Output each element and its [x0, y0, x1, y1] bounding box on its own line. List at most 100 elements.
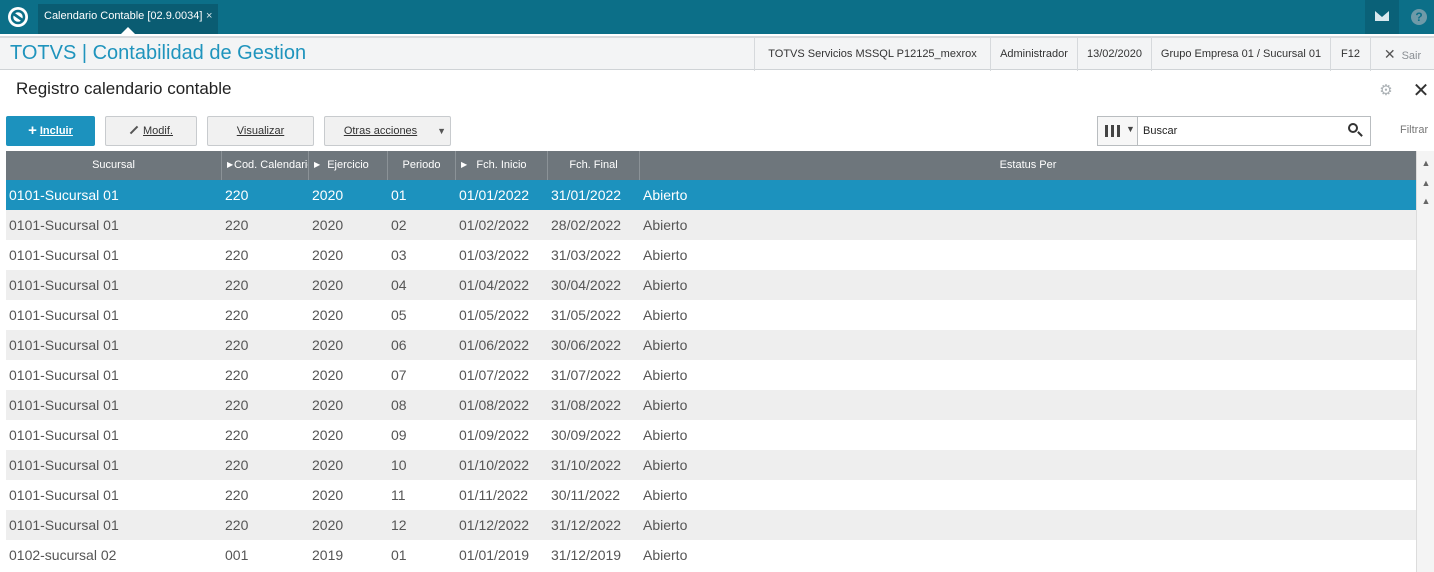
search-icon[interactable] — [1348, 123, 1364, 139]
table-row[interactable]: 0102-sucursal 02 001 2019 01 01/01/2019 31/12… — [6, 540, 1416, 570]
table-row[interactable]: 0101-Sucursal 01 220 2020 06 01/06/2022 30/06… — [6, 330, 1416, 360]
cell-ejercicio: 2020 — [312, 247, 344, 263]
cell-sucursal: 0101-Sucursal 01 — [9, 517, 119, 533]
chevron-down-icon: ▼ — [1126, 124, 1135, 134]
cell-fch-final: 31/05/2022 — [551, 307, 622, 323]
vertical-scrollbar[interactable]: ▲ ▲ ▲ — [1416, 151, 1434, 572]
column-header-estatus-per[interactable]: Estatus Per — [640, 151, 1416, 180]
filter-button[interactable]: Filtrar — [1400, 124, 1428, 136]
cell-ejercicio: 2020 — [312, 277, 344, 293]
column-header-fch-final[interactable]: Fch. Final — [548, 151, 640, 180]
tab-pointer — [121, 27, 135, 34]
cell-cod-calendario: 220 — [225, 367, 249, 383]
view-button[interactable]: Visualizar — [207, 116, 314, 146]
cell-periodo: 05 — [391, 307, 407, 323]
column-header-periodo[interactable]: Periodo — [388, 151, 456, 180]
cell-estatus-per: Abierto — [643, 487, 688, 503]
table-row[interactable]: 0101-Sucursal 01 220 2020 07 01/07/2022 31/07… — [6, 360, 1416, 390]
column-header-ejercicio[interactable]: ▶ Ejercicio — [309, 151, 388, 180]
help-key-label[interactable]: F12 — [1330, 38, 1370, 71]
search-input[interactable] — [1139, 117, 1339, 145]
cell-sucursal: 0101-Sucursal 01 — [9, 487, 119, 503]
cell-fch-final: 30/11/2022 — [551, 487, 621, 503]
totvs-logo-icon[interactable] — [8, 7, 28, 27]
tab-title: Calendario Contable [02.9.0034] — [44, 10, 203, 22]
cell-fch-final: 31/12/2019 — [551, 547, 622, 563]
cell-sucursal: 0101-Sucursal 01 — [9, 367, 119, 383]
cell-periodo: 01 — [391, 547, 407, 563]
cell-sucursal: 0101-Sucursal 01 — [9, 307, 119, 323]
table-row-selected[interactable]: 0101-Sucursal 01 220 2020 01 01/01/2022 31/01… — [6, 180, 1416, 210]
table-row[interactable]: 0101-Sucursal 01 220 2020 04 01/04/2022 30/04… — [6, 270, 1416, 300]
more-actions-button[interactable]: Otras acciones ▼ — [324, 116, 451, 146]
include-button[interactable]: + Incluir — [6, 116, 95, 146]
cell-fch-inicio: 01/09/2022 — [459, 427, 530, 443]
cell-cod-calendario: 220 — [225, 517, 249, 533]
app-header: TOTVS | Contabilidad de Gestion TOTVS Se… — [0, 36, 1434, 71]
scroll-page-up-icon[interactable]: ▲ — [1419, 175, 1433, 191]
cell-periodo: 07 — [391, 367, 407, 383]
cell-fch-final: 31/08/2022 — [551, 397, 622, 413]
cell-fch-inicio: 01/08/2022 — [459, 397, 530, 413]
tab-close-icon[interactable]: × — [206, 4, 212, 28]
cell-sucursal: 0101-Sucursal 01 — [9, 457, 119, 473]
help-icon[interactable]: ? — [1402, 0, 1434, 34]
top-bar: Calendario Contable [02.9.0034] × ? — [0, 0, 1434, 34]
table-row[interactable]: 0101-Sucursal 01 220 2020 11 01/11/2022 30/11… — [6, 480, 1416, 510]
table-row[interactable]: 0101-Sucursal 01 220 2020 08 01/08/2022 31/08… — [6, 390, 1416, 420]
environment-label[interactable]: TOTVS Servicios MSSQL P12125_mexrox — [754, 38, 990, 71]
cell-sucursal: 0101-Sucursal 01 — [9, 427, 119, 443]
table-row[interactable]: 0101-Sucursal 01 220 2020 12 01/12/2022 31/12… — [6, 510, 1416, 540]
cell-fch-inicio: 01/10/2022 — [459, 457, 530, 473]
cell-periodo: 03 — [391, 247, 407, 263]
cell-cod-calendario: 001 — [225, 547, 249, 563]
modify-button[interactable]: Modif. — [105, 116, 197, 146]
scroll-up-icon[interactable]: ▲ — [1419, 193, 1433, 209]
exit-label: Sair — [1401, 50, 1422, 62]
cell-estatus-per: Abierto — [643, 367, 688, 383]
exit-icon: ✕ — [1383, 46, 1396, 62]
view-label: Visualizar — [236, 125, 285, 137]
cell-periodo: 11 — [391, 487, 406, 503]
columns-selector[interactable]: ▼ — [1098, 117, 1138, 145]
cell-ejercicio: 2020 — [312, 367, 344, 383]
mail-icon[interactable] — [1365, 0, 1399, 34]
date-label[interactable]: 13/02/2020 — [1077, 38, 1151, 71]
cell-fch-inicio: 01/01/2022 — [459, 187, 530, 203]
cell-cod-calendario: 220 — [225, 187, 249, 203]
pencil-icon — [129, 125, 139, 135]
scroll-top-icon[interactable]: ▲ — [1419, 155, 1433, 171]
cell-fch-inicio: 01/12/2022 — [459, 517, 530, 533]
cell-estatus-per: Abierto — [643, 247, 688, 263]
cell-sucursal: 0101-Sucursal 01 — [9, 337, 119, 353]
cell-estatus-per: Abierto — [643, 217, 688, 233]
company-label[interactable]: Grupo Empresa 01 / Sucursal 01 — [1151, 38, 1330, 71]
plus-icon: + — [28, 122, 37, 139]
cell-fch-final: 31/01/2022 — [551, 187, 622, 203]
column-header-sucursal[interactable]: Sucursal — [6, 151, 222, 180]
grid-header: Sucursal ▶ Cod. Calendario ▶ Ejercicio Per… — [6, 151, 1416, 180]
gear-icon[interactable]: ⚙ — [1378, 83, 1394, 99]
cell-sucursal: 0101-Sucursal 01 — [9, 397, 119, 413]
cell-estatus-per: Abierto — [643, 397, 688, 413]
cell-fch-inicio: 01/04/2022 — [459, 277, 530, 293]
cell-periodo: 02 — [391, 217, 407, 233]
cell-sucursal: 0101-Sucursal 01 — [9, 247, 119, 263]
table-row[interactable]: 0101-Sucursal 01 220 2020 05 01/05/2022 31/05… — [6, 300, 1416, 330]
exit-button[interactable]: ✕ Sair — [1370, 38, 1434, 71]
user-label[interactable]: Administrador — [990, 38, 1077, 71]
cell-periodo: 08 — [391, 397, 407, 413]
table-row[interactable]: 0101-Sucursal 01 220 2020 09 01/09/2022 30/09… — [6, 420, 1416, 450]
cell-cod-calendario: 220 — [225, 277, 249, 293]
table-row[interactable]: 0101-Sucursal 01 220 2020 10 01/10/2022 31/10… — [6, 450, 1416, 480]
table-row[interactable]: 0101-Sucursal 01 220 2020 03 01/03/2022 31/03… — [6, 240, 1416, 270]
cell-ejercicio: 2020 — [312, 337, 344, 353]
cell-sucursal: 0101-Sucursal 01 — [9, 277, 119, 293]
column-header-fch-inicio[interactable]: ▶ Fch. Inicio — [456, 151, 548, 180]
close-icon[interactable]: ✕ — [1410, 80, 1432, 102]
table-row[interactable]: 0101-Sucursal 01 220 2020 02 01/02/2022 28/02… — [6, 210, 1416, 240]
column-header-cod-calendario[interactable]: ▶ Cod. Calendario — [222, 151, 309, 180]
cell-estatus-per: Abierto — [643, 307, 688, 323]
cell-cod-calendario: 220 — [225, 457, 249, 473]
columns-icon — [1105, 125, 1121, 137]
